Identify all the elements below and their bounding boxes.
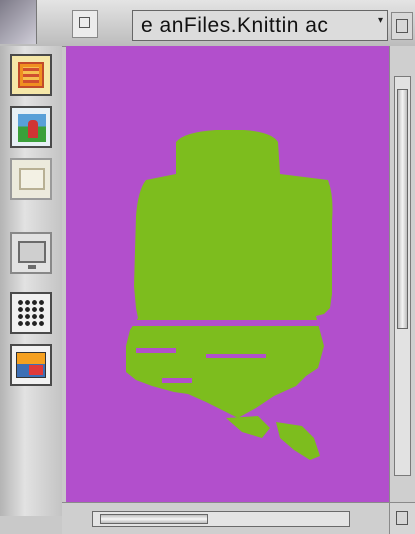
grid-tool-button[interactable]	[10, 292, 52, 334]
scene-tool-button[interactable]	[10, 158, 52, 200]
resize-gadget-icon[interactable]	[389, 502, 415, 534]
window-back-gadget[interactable]	[0, 0, 37, 44]
scene-icon	[19, 168, 45, 190]
palette-icon	[16, 352, 46, 378]
monitor-icon	[18, 241, 46, 269]
garment-tool-button[interactable]	[10, 54, 52, 96]
horizontal-scroll-track[interactable]	[92, 511, 350, 527]
horizontal-scroll-thumb[interactable]	[99, 514, 208, 524]
sweater-icon	[18, 62, 44, 88]
knitting-pattern-drawing	[66, 46, 389, 502]
tool-strip	[0, 46, 62, 516]
palette-tool-button[interactable]	[10, 344, 52, 386]
vertical-scrollbar[interactable]	[389, 46, 415, 502]
zoom-gadget-icon[interactable]	[72, 10, 98, 38]
figure-icon	[18, 114, 46, 142]
figure-tool-button[interactable]	[10, 106, 52, 148]
monitor-tool-button[interactable]	[10, 232, 52, 274]
title-bar: e anFiles.Knittin ac ▾	[0, 0, 415, 47]
window-title: e anFiles.Knittin ac	[141, 13, 329, 37]
depth-gadget-icon[interactable]	[391, 12, 413, 40]
dot-grid-icon	[17, 299, 45, 327]
vertical-scroll-thumb[interactable]	[397, 88, 408, 329]
horizontal-scrollbar[interactable]	[62, 502, 389, 534]
window-title-panel[interactable]: e anFiles.Knittin ac ▾	[132, 10, 388, 41]
knitting-canvas[interactable]	[66, 46, 389, 502]
title-dropdown-arrow-icon[interactable]: ▾	[378, 15, 383, 26]
vertical-scroll-track[interactable]	[394, 76, 411, 476]
